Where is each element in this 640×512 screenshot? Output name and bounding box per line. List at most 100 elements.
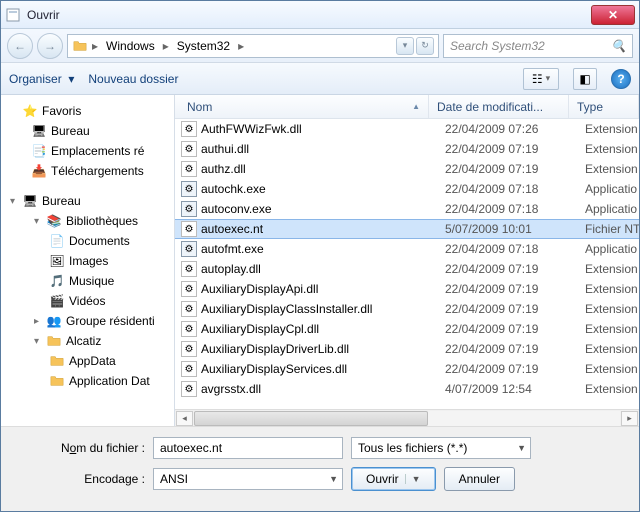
file-date: 22/04/2009 07:19 bbox=[445, 322, 585, 336]
new-folder-button[interactable]: Nouveau dossier bbox=[88, 72, 178, 86]
file-date: 22/04/2009 07:19 bbox=[445, 282, 585, 296]
path-segment[interactable]: System32 bbox=[173, 39, 234, 53]
close-button[interactable]: ✕ bbox=[591, 5, 635, 25]
sidebar-favorites[interactable]: ⭐Favoris bbox=[1, 101, 174, 121]
folder-icon bbox=[49, 353, 65, 369]
file-icon: ⚙ bbox=[181, 321, 197, 337]
file-row[interactable]: ⚙autoexec.nt5/07/2009 10:01Fichier NT bbox=[175, 219, 639, 239]
column-date[interactable]: Date de modificati... bbox=[429, 95, 569, 118]
split-button-chevron-icon[interactable]: ▼ bbox=[405, 474, 421, 484]
help-icon: ? bbox=[617, 72, 624, 86]
file-row[interactable]: ⚙AuthFWWizFwk.dll22/04/2009 07:26Extensi… bbox=[175, 119, 639, 139]
scroll-track[interactable] bbox=[194, 411, 620, 426]
file-list[interactable]: ⚙AuthFWWizFwk.dll22/04/2009 07:26Extensi… bbox=[175, 119, 639, 409]
file-type: Extension bbox=[585, 362, 639, 376]
refresh-button[interactable]: ↻ bbox=[416, 37, 434, 55]
sidebar-item-desktop[interactable]: 🖥Bureau bbox=[1, 121, 174, 141]
file-date: 22/04/2009 07:19 bbox=[445, 342, 585, 356]
libraries-icon: 📚 bbox=[46, 213, 62, 229]
sidebar-item-videos[interactable]: 🎬Vidéos bbox=[1, 291, 174, 311]
file-type: Extension bbox=[585, 322, 639, 336]
column-name[interactable]: Nom▲ bbox=[179, 95, 429, 118]
sidebar-item-documents[interactable]: 📄Documents bbox=[1, 231, 174, 251]
sidebar-desktop-root[interactable]: ▾🖥Bureau bbox=[1, 191, 174, 211]
folder-icon bbox=[49, 373, 65, 389]
chevron-down-icon: ▼ bbox=[329, 474, 338, 484]
file-name: AuxiliaryDisplayClassInstaller.dll bbox=[201, 302, 445, 316]
scroll-thumb[interactable] bbox=[194, 411, 428, 426]
file-icon: ⚙ bbox=[181, 201, 197, 217]
list-icon: ☷ bbox=[532, 72, 543, 86]
sidebar-item-appdata[interactable]: AppData bbox=[1, 351, 174, 371]
scroll-left-button[interactable]: ◂ bbox=[176, 411, 193, 426]
music-icon: 🎵 bbox=[49, 273, 65, 289]
star-icon: ⭐ bbox=[22, 103, 38, 119]
sidebar-item-applicationdata[interactable]: Application Dat bbox=[1, 371, 174, 391]
file-name: authz.dll bbox=[201, 162, 445, 176]
help-button[interactable]: ? bbox=[611, 69, 631, 89]
file-type: Extension bbox=[585, 162, 639, 176]
organize-button[interactable]: Organiser ▾ bbox=[9, 72, 74, 86]
file-row[interactable]: ⚙AuxiliaryDisplayDriverLib.dll22/04/2009… bbox=[175, 339, 639, 359]
filetype-combo[interactable]: Tous les fichiers (*.*)▼ bbox=[351, 437, 531, 459]
file-date: 22/04/2009 07:26 bbox=[445, 122, 585, 136]
sidebar-libraries[interactable]: ▾📚Bibliothèques bbox=[1, 211, 174, 231]
file-icon: ⚙ bbox=[181, 381, 197, 397]
column-type[interactable]: Type bbox=[569, 95, 639, 118]
scroll-right-button[interactable]: ▸ bbox=[621, 411, 638, 426]
file-row[interactable]: ⚙autoconv.exe22/04/2009 07:18Applicatio bbox=[175, 199, 639, 219]
chevron-down-icon: ▼ bbox=[517, 443, 526, 453]
path-dropdown-button[interactable]: ▾ bbox=[396, 37, 414, 55]
file-row[interactable]: ⚙avgrsstx.dll4/07/2009 12:54Extension bbox=[175, 379, 639, 399]
titlebar: Ouvrir ✕ bbox=[1, 1, 639, 29]
sidebar-item-recent[interactable]: 📑Emplacements ré bbox=[1, 141, 174, 161]
file-date: 5/07/2009 10:01 bbox=[445, 222, 585, 236]
preview-pane-button[interactable]: ◧ bbox=[573, 68, 597, 90]
file-name: autoplay.dll bbox=[201, 262, 445, 276]
file-icon: ⚙ bbox=[181, 121, 197, 137]
open-button[interactable]: Ouvrir▼ bbox=[351, 467, 436, 491]
file-row[interactable]: ⚙AuxiliaryDisplayApi.dll22/04/2009 07:19… bbox=[175, 279, 639, 299]
file-row[interactable]: ⚙autofmt.exe22/04/2009 07:18Applicatio bbox=[175, 239, 639, 259]
file-name: autochk.exe bbox=[201, 182, 445, 196]
chevron-right-icon: ▸ bbox=[236, 39, 246, 53]
cancel-button[interactable]: Annuler bbox=[444, 467, 515, 491]
file-date: 22/04/2009 07:19 bbox=[445, 302, 585, 316]
sidebar-homegroup[interactable]: ▸👥Groupe résidenti bbox=[1, 311, 174, 331]
filename-input[interactable] bbox=[153, 437, 343, 459]
forward-button[interactable]: → bbox=[37, 33, 63, 59]
file-area: Nom▲ Date de modificati... Type ⚙AuthFWW… bbox=[175, 95, 639, 426]
window-title: Ouvrir bbox=[27, 8, 591, 22]
file-icon: ⚙ bbox=[181, 301, 197, 317]
sidebar-item-music[interactable]: 🎵Musique bbox=[1, 271, 174, 291]
file-row[interactable]: ⚙ AuxiliaryDisplayClassInstaller.dll22/04… bbox=[175, 299, 639, 319]
sidebar-item-downloads[interactable]: 📥Téléchargements bbox=[1, 161, 174, 181]
file-date: 4/07/2009 12:54 bbox=[445, 382, 585, 396]
horizontal-scrollbar[interactable]: ◂ ▸ bbox=[175, 409, 639, 426]
desktop-icon: 🖥 bbox=[31, 123, 47, 139]
file-row[interactable]: ⚙autoplay.dll22/04/2009 07:19Extension bbox=[175, 259, 639, 279]
sidebar-user[interactable]: ▾Alcatiz bbox=[1, 331, 174, 351]
file-type: Extension bbox=[585, 302, 639, 316]
encoding-combo[interactable]: ANSI▼ bbox=[153, 468, 343, 490]
breadcrumb[interactable]: ▸ Windows ▸ System32 ▸ ▾ ↻ bbox=[67, 34, 439, 58]
file-row[interactable]: ⚙autochk.exe22/04/2009 07:18Applicatio bbox=[175, 179, 639, 199]
file-type: Applicatio bbox=[585, 182, 639, 196]
file-date: 22/04/2009 07:19 bbox=[445, 162, 585, 176]
file-row[interactable]: ⚙AuxiliaryDisplayServices.dll22/04/2009 … bbox=[175, 359, 639, 379]
path-segment[interactable]: Windows bbox=[102, 39, 159, 53]
image-icon: 🖼 bbox=[49, 253, 65, 269]
video-icon: 🎬 bbox=[49, 293, 65, 309]
file-row[interactable]: ⚙authui.dll22/04/2009 07:19Extension bbox=[175, 139, 639, 159]
file-row[interactable]: ⚙ authz.dll22/04/2009 07:19Extension bbox=[175, 159, 639, 179]
sidebar-item-images[interactable]: 🖼Images bbox=[1, 251, 174, 271]
file-type: Extension bbox=[585, 262, 639, 276]
file-row[interactable]: ⚙AuxiliaryDisplayCpl.dll22/04/2009 07:19… bbox=[175, 319, 639, 339]
folder-icon bbox=[46, 333, 62, 349]
file-icon: ⚙ bbox=[181, 161, 197, 177]
back-button[interactable]: ← bbox=[7, 33, 33, 59]
file-name: avgrsstx.dll bbox=[201, 382, 445, 396]
search-input[interactable]: Search System32 🔍 bbox=[443, 34, 633, 58]
file-icon: ⚙ bbox=[181, 241, 197, 257]
view-mode-button[interactable]: ☷▾ bbox=[523, 68, 559, 90]
